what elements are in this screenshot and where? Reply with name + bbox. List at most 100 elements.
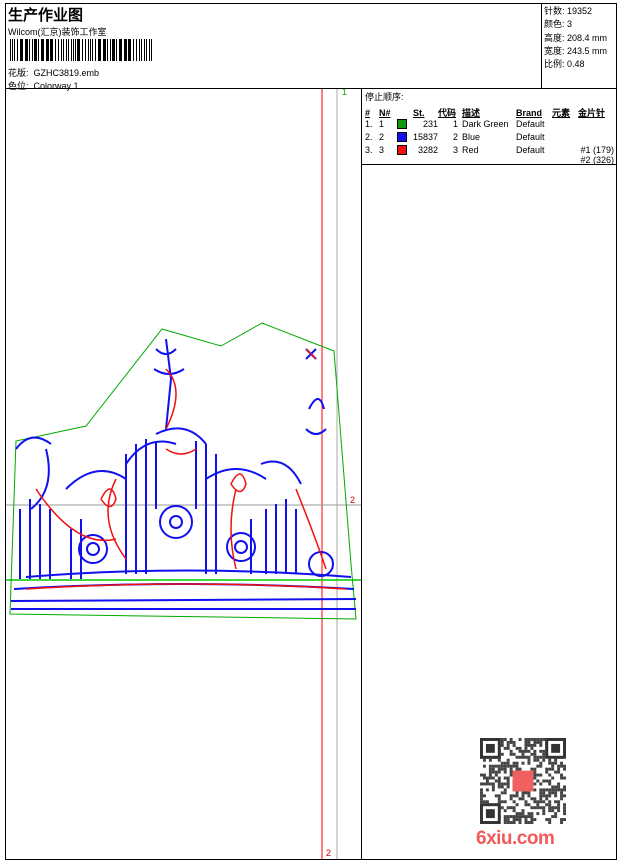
barcode-bar	[61, 39, 62, 61]
qr-module	[548, 773, 552, 777]
qr-module	[542, 800, 546, 804]
qr-module	[515, 764, 519, 768]
qr-module	[488, 764, 492, 768]
barcode-bar	[12, 39, 13, 61]
row-brand: Default	[516, 145, 545, 155]
qr-module	[503, 815, 507, 819]
qr-module	[548, 809, 552, 813]
qr-module	[480, 791, 483, 795]
qr-module	[551, 767, 555, 771]
row-n: 1	[379, 119, 385, 129]
qr-module	[560, 773, 564, 777]
row-sequins	[578, 132, 614, 145]
row-code: 1	[453, 119, 459, 129]
seal-logo	[512, 770, 534, 792]
qr-module	[521, 809, 525, 813]
qr-module	[497, 794, 501, 798]
qr-module	[548, 779, 552, 783]
qr-module	[506, 821, 510, 824]
qr-module	[530, 815, 534, 819]
qr-finder	[551, 743, 561, 753]
qr-module	[500, 806, 504, 810]
qr-module	[500, 764, 504, 768]
qr-module	[560, 764, 564, 768]
col-n: N#	[379, 107, 391, 118]
file-label: 花版:	[8, 68, 29, 78]
qr-module	[563, 812, 566, 816]
row-elem	[552, 119, 578, 132]
qr-module	[557, 770, 561, 774]
qr-module	[536, 738, 540, 741]
qr-module	[524, 749, 528, 753]
qr-module	[506, 806, 510, 810]
stop-sequence-panel: 停止顺序: # N# St. 代码 描述 Brand 元素 金片针 1. 1 231…	[362, 89, 617, 165]
qr-module	[497, 785, 501, 789]
barcode-bar	[116, 39, 117, 61]
qr-module	[542, 749, 546, 753]
qr-module	[563, 803, 566, 807]
qr-module	[524, 815, 528, 819]
qr-module	[503, 767, 507, 771]
qr-module	[515, 746, 519, 750]
qr-module	[539, 791, 543, 795]
qr-module	[539, 794, 543, 798]
qr-module	[545, 803, 549, 807]
qr-module	[548, 767, 552, 771]
qr-module	[551, 806, 555, 810]
qr-module	[509, 738, 513, 741]
qr-module	[509, 752, 513, 756]
qr-module	[482, 764, 486, 768]
qr-module	[509, 797, 513, 801]
qr-module	[542, 738, 546, 741]
qr-module	[533, 782, 537, 786]
qr-module	[563, 788, 566, 792]
qr-module	[480, 773, 483, 777]
barcode-bar	[46, 39, 49, 61]
qr-module	[482, 782, 486, 786]
qr-module	[563, 785, 566, 789]
qr-module	[515, 803, 519, 807]
barcode-bar	[144, 39, 145, 61]
qr-module	[554, 761, 558, 765]
barcode-bar	[85, 39, 86, 61]
qr-module	[560, 794, 564, 798]
blue-stitches	[10, 338, 357, 610]
qr-module	[539, 749, 543, 753]
qr-module	[503, 770, 507, 774]
qr-module	[542, 794, 546, 798]
qr-module	[503, 782, 507, 786]
qr-module	[500, 740, 504, 744]
qr-module	[521, 791, 525, 795]
barcode-bar	[124, 39, 127, 61]
barcode-bar	[68, 39, 69, 61]
qr-module	[518, 818, 522, 822]
marker-right: 2	[350, 495, 355, 505]
qr-module	[539, 782, 543, 786]
qr-module	[485, 782, 489, 786]
qr-module	[527, 791, 531, 795]
barcode-bar	[63, 39, 64, 61]
qr-module	[503, 746, 507, 750]
qr-module	[506, 746, 510, 750]
barcode-bar	[41, 39, 44, 61]
qr-module	[533, 740, 537, 744]
qr-module	[521, 755, 525, 759]
qr-module	[497, 767, 501, 771]
qr-module	[518, 815, 522, 819]
qr-module	[545, 788, 549, 792]
qr-module	[539, 740, 543, 744]
qr-module	[539, 773, 543, 777]
qr-module	[480, 782, 483, 786]
qr-module	[482, 776, 486, 780]
barcode-bar	[133, 39, 134, 61]
qr-module	[554, 791, 558, 795]
barcode-bar	[119, 39, 122, 61]
qr-finder	[485, 809, 495, 819]
qr-module	[554, 785, 558, 789]
qr-module	[512, 815, 516, 819]
barcode-bar	[141, 39, 142, 61]
qr-module	[557, 785, 561, 789]
qr-module	[497, 770, 501, 774]
row-desc: Dark Green	[462, 119, 509, 129]
qr-module	[530, 821, 534, 824]
